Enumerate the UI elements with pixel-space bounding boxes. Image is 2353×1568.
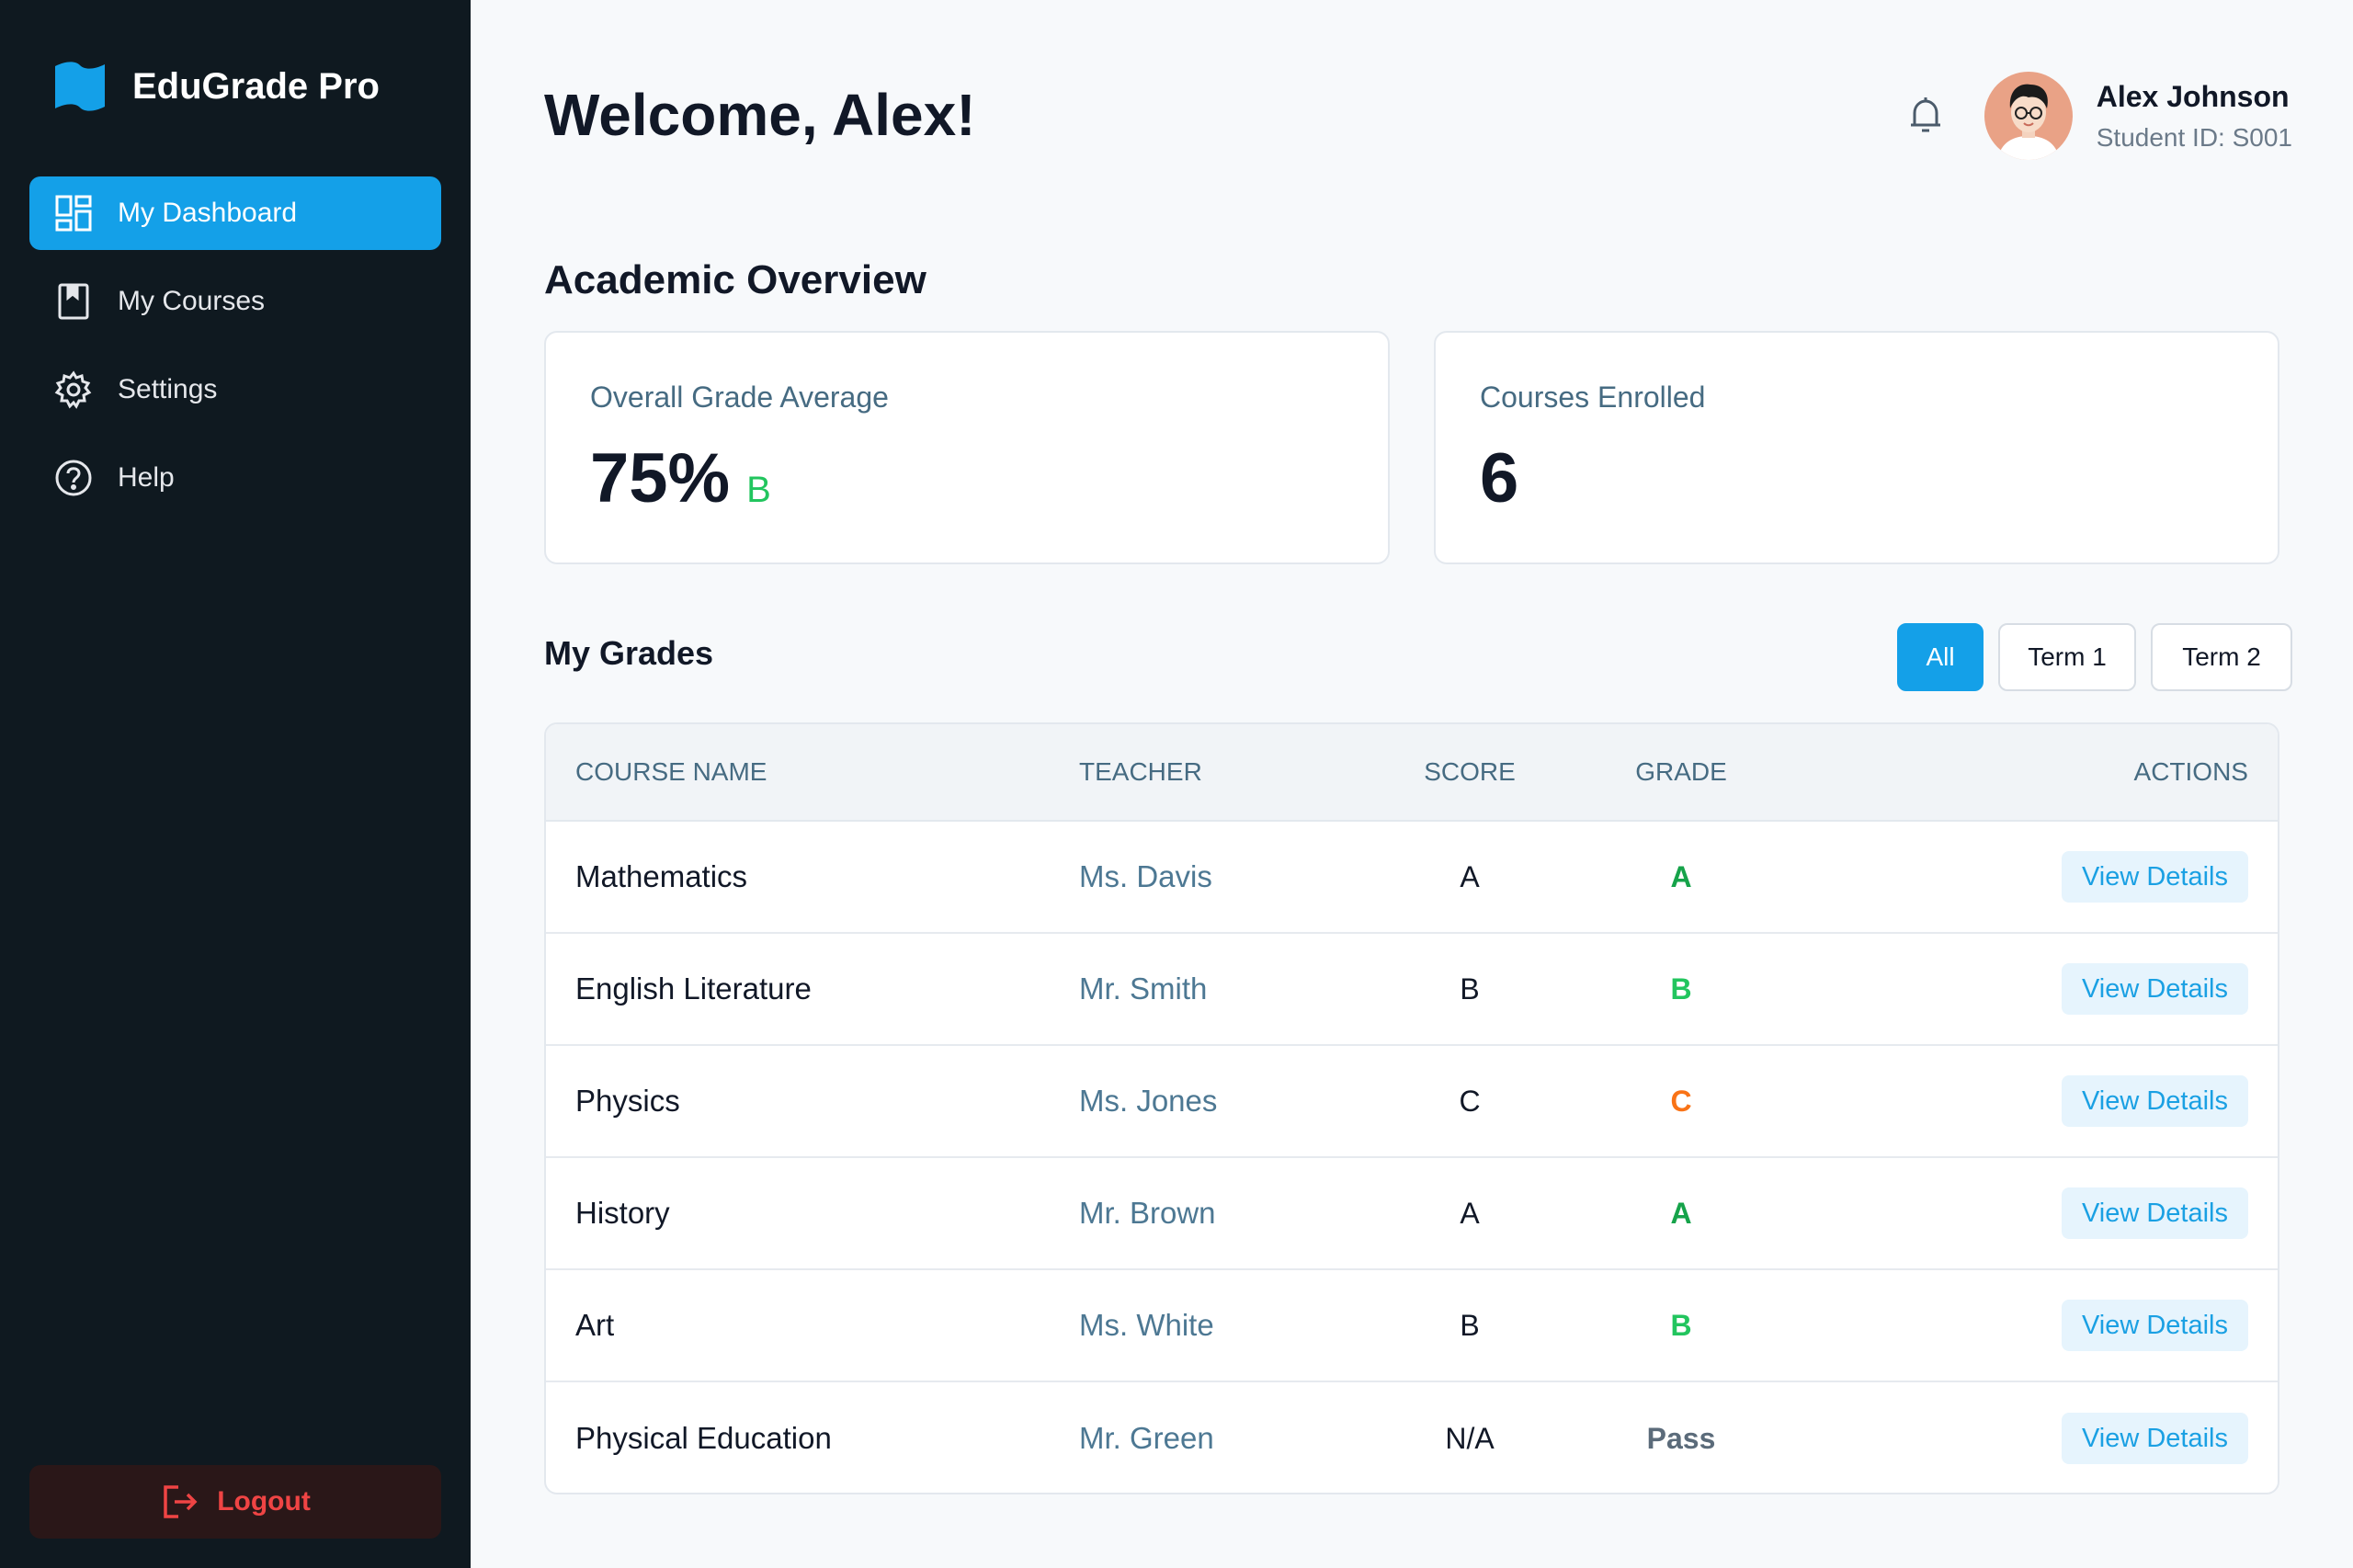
course-name: English Literature [575, 971, 812, 1006]
actions-cell: View Details [1745, 963, 2278, 1015]
student-id: Student ID: S001 [2096, 122, 2292, 152]
grades-table: COURSE NAME TEACHER SCORE GRADE ACTIONS … [544, 722, 2279, 1494]
actions-cell: View Details [1745, 1413, 2278, 1464]
course-name: History [575, 1196, 670, 1230]
app-name: EduGrade Pro [132, 65, 380, 107]
grade-value: B [1670, 971, 1692, 1006]
sidebar-item-courses[interactable]: My Courses [29, 265, 441, 338]
teacher-name: Ms. Jones [1079, 1084, 1218, 1118]
help-circle-icon [53, 458, 94, 498]
grade-value: C [1670, 1084, 1692, 1118]
dashboard-icon [53, 193, 94, 233]
score-value: B [1460, 1308, 1480, 1342]
actions-cell: View Details [1745, 1300, 2278, 1351]
user-area: Alex Johnson Student ID: S001 [1904, 72, 2292, 160]
course-name: Physics [575, 1084, 680, 1118]
academic-overview-title: Academic Overview [544, 257, 926, 302]
sidebar-item-label: Help [118, 462, 175, 493]
sidebar-item-label: Settings [118, 374, 218, 404]
grade-value: Pass [1646, 1421, 1716, 1455]
course-name: Physical Education [575, 1421, 832, 1455]
page-title: Welcome, Alex! [544, 82, 976, 148]
course-name: Mathematics [575, 859, 748, 893]
grade-average-value: 75% [590, 439, 731, 517]
logout-button[interactable]: Logout [29, 1465, 441, 1539]
column-grade[interactable]: GRADE [1617, 757, 1745, 787]
sidebar-nav: My Dashboard My Courses Settings Help [29, 176, 441, 529]
filter-term1-button[interactable]: Term 1 [1998, 623, 2136, 691]
notification-bell-icon[interactable] [1904, 94, 1948, 138]
teacher-name: Mr. Smith [1079, 971, 1208, 1006]
courses-enrolled-card: Courses Enrolled 6 [1434, 331, 2279, 564]
grade-value: A [1670, 859, 1692, 893]
course-name: Art [575, 1308, 615, 1342]
view-details-button[interactable]: View Details [2061, 1075, 2248, 1127]
logout-label: Logout [217, 1486, 311, 1517]
score-value: C [1459, 1084, 1481, 1118]
score-value: N/A [1445, 1421, 1495, 1455]
flag-logo-icon [53, 61, 107, 112]
column-actions: ACTIONS [2133, 757, 2248, 786]
actions-cell: View Details [1745, 1187, 2278, 1239]
gear-icon [53, 369, 94, 410]
table-row: Physics Ms. Jones C C View Details [546, 1046, 2278, 1158]
actions-cell: View Details [1745, 1075, 2278, 1127]
score-value: A [1460, 1196, 1480, 1230]
avatar[interactable] [1984, 72, 2073, 160]
courses-enrolled-label: Courses Enrolled [1480, 381, 1706, 414]
main-content: Welcome, Alex! Alex Johnson Student ID: … [471, 0, 2353, 1568]
teacher-name: Ms. White [1079, 1308, 1214, 1342]
filter-term2-button[interactable]: Term 2 [2151, 623, 2292, 691]
actions-cell: View Details [1745, 851, 2278, 903]
book-icon [53, 281, 94, 322]
my-grades-title: My Grades [544, 634, 714, 672]
sidebar-item-settings[interactable]: Settings [29, 353, 441, 426]
grade-value: A [1670, 1196, 1692, 1230]
sidebar-item-help[interactable]: Help [29, 441, 441, 515]
teacher-name: Ms. Davis [1079, 859, 1212, 893]
column-score[interactable]: SCORE [1382, 757, 1557, 787]
logout-icon [160, 1482, 200, 1522]
table-row: History Mr. Brown A A View Details [546, 1158, 2278, 1270]
term-filters: All Term 1 Term 2 [1882, 623, 2292, 691]
grade-value: B [1670, 1308, 1692, 1342]
table-row: English Literature Mr. Smith B B View Detail… [546, 934, 2278, 1046]
user-info: Alex Johnson Student ID: S001 [2097, 80, 2292, 153]
table-row: Physical Education Mr. Green N/A Pass View D… [546, 1382, 2278, 1493]
view-details-button[interactable]: View Details [2061, 1187, 2248, 1239]
sidebar-item-label: My Courses [118, 286, 266, 316]
grade-average-card: Overall Grade Average 75% B [544, 331, 1390, 564]
sidebar-item-dashboard[interactable]: My Dashboard [29, 176, 441, 250]
table-row: Mathematics Ms. Davis A A View Details [546, 822, 2278, 934]
column-teacher[interactable]: TEACHER [1079, 757, 1382, 787]
courses-enrolled-value: 6 [1480, 439, 1519, 517]
teacher-name: Mr. Brown [1079, 1196, 1216, 1230]
view-details-button[interactable]: View Details [2061, 963, 2248, 1015]
sidebar-item-label: My Dashboard [118, 198, 298, 228]
teacher-name: Mr. Green [1079, 1421, 1214, 1455]
view-details-button[interactable]: View Details [2061, 1300, 2248, 1351]
grade-average-label: Overall Grade Average [590, 381, 889, 414]
filter-all-button[interactable]: All [1897, 623, 1984, 691]
grade-average-letter: B [746, 470, 771, 510]
score-value: A [1460, 859, 1480, 893]
user-name: Alex Johnson [2096, 79, 2290, 113]
sidebar: EduGrade Pro My Dashboard My Courses Set… [0, 0, 471, 1568]
column-course-name[interactable]: COURSE NAME [546, 757, 1079, 787]
view-details-button[interactable]: View Details [2061, 851, 2248, 903]
score-value: B [1460, 971, 1480, 1006]
brand[interactable]: EduGrade Pro [53, 61, 380, 112]
view-details-button[interactable]: View Details [2061, 1413, 2248, 1464]
table-header: COURSE NAME TEACHER SCORE GRADE ACTIONS [546, 724, 2278, 822]
table-body: Mathematics Ms. Davis A A View Details Englis… [546, 822, 2278, 1493]
table-row: Art Ms. White B B View Details [546, 1270, 2278, 1382]
